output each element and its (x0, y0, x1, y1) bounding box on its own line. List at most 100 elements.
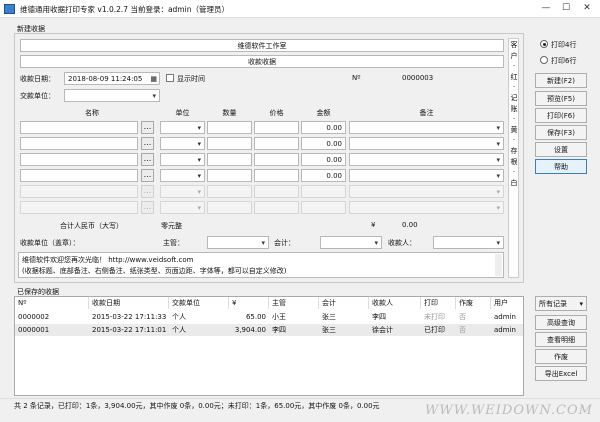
item-qty-field[interactable] (207, 121, 252, 134)
item-note-dropdown[interactable] (349, 169, 504, 182)
item-pick-button[interactable]: ... (141, 121, 154, 134)
item-name-field[interactable] (20, 169, 138, 182)
view-details-button[interactable]: 查看明细 (535, 332, 587, 347)
item-pick-button[interactable]: ... (141, 169, 154, 182)
item-price-field[interactable] (254, 153, 299, 166)
item-note-dropdown[interactable] (349, 121, 504, 134)
side-note-char: 根 (510, 157, 518, 166)
col-header[interactable]: 交款单位 (169, 297, 229, 309)
print-button[interactable]: 打印(F6) (535, 108, 587, 123)
cell-no: 0000002 (18, 313, 50, 321)
item-name-field[interactable] (20, 121, 138, 134)
receiver-unit-label: 收款单位（盖章）： (20, 239, 80, 247)
new-button[interactable]: 新建(F2) (535, 73, 587, 88)
col-header[interactable]: 作废 (456, 297, 491, 309)
item-qty-field[interactable] (207, 137, 252, 150)
table-row[interactable]: 0000002 2015-03-22 17:11:33 个人 65.00 小王 … (15, 311, 523, 323)
item-unit-dropdown[interactable] (160, 153, 205, 166)
item-price-field[interactable] (254, 121, 299, 134)
maximize-button[interactable]: ☐ (557, 2, 575, 15)
cell-payer: 个人 (172, 326, 186, 334)
item-qty-field[interactable] (207, 169, 252, 182)
cell-receiver: 徐会计 (372, 326, 393, 334)
date-picker[interactable]: 2018-08-09 11:24:05 ▦ (64, 72, 160, 85)
save-button[interactable]: 保存(F3) (535, 125, 587, 140)
settings-button[interactable]: 设置 (535, 142, 587, 157)
cell-manager: 李四 (272, 326, 286, 334)
total-value: 0.00 (402, 221, 418, 229)
close-button[interactable]: ✕ (578, 2, 596, 15)
col-price-header: 价格 (269, 109, 284, 117)
yen-symbol: ¥ (371, 221, 376, 229)
col-header[interactable]: 会计 (319, 297, 369, 309)
item-qty-field (207, 201, 252, 214)
col-header[interactable]: 收款人 (369, 297, 421, 309)
item-price-field[interactable] (254, 169, 299, 182)
preview-button[interactable]: 预览(F5) (535, 91, 587, 106)
item-pick-button[interactable]: ... (141, 137, 154, 150)
help-button[interactable]: 帮助 (535, 159, 587, 174)
advanced-query-button[interactable]: 高级查询 (535, 315, 587, 330)
memo-textarea[interactable]: 维德软件欢迎您再次光临！ http://www.veidsoft.com (收据… (18, 252, 504, 278)
print-4-rows-radio[interactable] (540, 40, 548, 48)
company-field[interactable]: 维德软件工作室 (20, 39, 504, 52)
export-excel-button[interactable]: 导出Excel (535, 366, 587, 381)
item-name-field[interactable] (20, 137, 138, 150)
item-amount-field (301, 201, 346, 214)
item-note-dropdown[interactable] (349, 153, 504, 166)
filter-dropdown[interactable]: 所有记录 ▾ (535, 296, 587, 311)
item-amount-field[interactable]: 0.00 (301, 121, 346, 134)
cell-printed: 已打印 (424, 326, 445, 334)
side-note: 客 户 · 红 · 记 账 · 黄 · 存 根 · 白 (509, 40, 519, 188)
item-amount-field[interactable]: 0.00 (301, 137, 346, 150)
item-price-field[interactable] (254, 137, 299, 150)
receipt-title-field[interactable]: 收款收据 (20, 55, 504, 68)
side-note-char: 户 (510, 51, 518, 60)
col-header[interactable]: ¥ (229, 297, 269, 309)
item-name-field[interactable] (20, 153, 138, 166)
print-6-rows-radio[interactable] (540, 56, 548, 64)
show-time-checkbox[interactable] (166, 74, 174, 82)
item-unit-dropdown[interactable] (160, 169, 205, 182)
title-bar: 维德通用收据打印专家 v1.0.2.7 当前登录：admin（管理员） — ☐ … (0, 0, 600, 18)
payer-label: 交款单位： (20, 92, 55, 100)
item-qty-field (207, 185, 252, 198)
col-header[interactable]: Nº (15, 297, 89, 309)
table-row[interactable]: 0000001 2015-03-22 17:11:01 个人 3,904.00 … (15, 324, 523, 336)
receiver-dropdown[interactable] (433, 236, 504, 249)
cell-void: 否 (459, 313, 466, 321)
item-name-field (20, 201, 138, 214)
side-note-char: 存 (510, 146, 518, 155)
item-pick-button: ... (141, 185, 154, 198)
item-unit-dropdown (160, 185, 205, 198)
item-amount-field[interactable]: 0.00 (301, 169, 346, 182)
cell-manager: 小王 (272, 313, 286, 321)
saved-table: Nº 收款日期 交款单位 ¥ 主管 会计 收款人 打印 作废 用户 000000… (14, 296, 524, 396)
item-unit-dropdown[interactable] (160, 137, 205, 150)
date-label: 收款日期： (20, 75, 55, 83)
item-note-dropdown[interactable] (349, 137, 504, 150)
void-button[interactable]: 作废 (535, 349, 587, 364)
status-bar: 共 2 条记录，已打印：1条，3,904.00元，其中作废 0条，0.00元；未… (0, 398, 600, 422)
cell-accountant: 张三 (322, 326, 336, 334)
memo-scrollbar[interactable] (495, 254, 502, 276)
manager-dropdown[interactable] (207, 236, 269, 249)
item-pick-button[interactable]: ... (141, 153, 154, 166)
col-unit-header: 单位 (175, 109, 190, 117)
calendar-icon[interactable]: ▦ (150, 73, 157, 84)
item-note-dropdown (349, 201, 504, 214)
memo-line-1: 维德软件欢迎您再次光临！ http://www.veidsoft.com (22, 256, 194, 264)
accountant-dropdown[interactable] (320, 236, 382, 249)
payer-dropdown[interactable] (64, 89, 160, 102)
app-icon (4, 4, 15, 14)
col-header[interactable]: 收款日期 (89, 297, 169, 309)
item-unit-dropdown[interactable] (160, 121, 205, 134)
col-header[interactable]: 用户 (491, 297, 523, 309)
minimize-button[interactable]: — (537, 2, 555, 15)
col-header[interactable]: 打印 (421, 297, 456, 309)
col-header[interactable]: 主管 (269, 297, 319, 309)
receiver-label: 收款人： (388, 239, 416, 247)
filter-value: 所有记录 (539, 300, 567, 308)
item-amount-field[interactable]: 0.00 (301, 153, 346, 166)
item-qty-field[interactable] (207, 153, 252, 166)
